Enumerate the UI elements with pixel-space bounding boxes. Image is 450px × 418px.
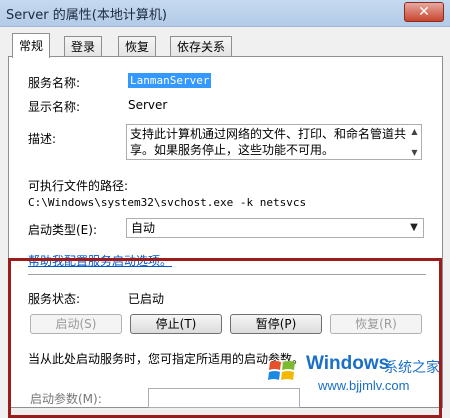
tab-general[interactable]: 常规 [12, 33, 51, 58]
title-bar: Server 的属性(本地计算机) ✕ [0, 0, 450, 27]
watermark-title: Windows [306, 353, 390, 374]
description-textbox[interactable]: 支持此计算机通过网络的文件、打印、和命名管道共享。如果服务停止，这些功能不可用。… [126, 124, 422, 160]
tab-dependencies[interactable]: 依存关系 [170, 36, 233, 57]
exec-path-value: C:\Windows\system32\svchost.exe -k netsv… [28, 196, 307, 209]
service-status-value: 已启动 [128, 292, 165, 306]
start-params-label: 启动参数(M): [30, 392, 102, 406]
pause-button[interactable]: 暂停(P) [230, 314, 322, 334]
startup-type-value: 自动 [131, 221, 156, 235]
startup-type-select[interactable]: 自动 ▼ [126, 218, 424, 238]
description-text: 支持此计算机通过网络的文件、打印、和命名管道共享。如果服务停止，这些功能不可用。 [130, 127, 407, 157]
startup-type-label: 启动类型(E): [28, 223, 97, 237]
tab-logon[interactable]: 登录 [64, 36, 103, 57]
help-config-link[interactable]: 帮助我配置服务启动选项。 [28, 252, 172, 269]
windows-logo-icon [263, 360, 301, 388]
start-button[interactable]: 启动(S) [30, 314, 122, 334]
scroll-up-arrow-icon[interactable]: ▲ [409, 126, 420, 137]
service-status-label: 服务状态: [28, 292, 81, 306]
scroll-down-arrow-icon[interactable]: ▼ [409, 147, 420, 158]
chevron-down-icon[interactable]: ▼ [405, 219, 423, 237]
watermark-url: www.bjjmlv.com [318, 378, 410, 393]
watermark: Windows 系统之家 www.bjjmlv.com [262, 348, 450, 402]
service-name-value[interactable]: LanmanServer [128, 73, 212, 88]
window-title: Server 的属性(本地计算机) [6, 8, 167, 23]
service-name-label: 服务名称: [28, 76, 81, 90]
exec-path-label: 可执行文件的路径: [28, 179, 129, 193]
stop-button[interactable]: 停止(T) [130, 314, 222, 334]
separator [28, 274, 426, 275]
watermark-subtitle: 系统之家 [384, 360, 440, 376]
description-label: 描述: [28, 132, 57, 146]
tab-recovery[interactable]: 恢复 [118, 36, 157, 57]
resume-button[interactable]: 恢复(R) [330, 314, 422, 334]
display-name-value: Server [128, 98, 168, 112]
close-button[interactable]: ✕ [404, 2, 444, 22]
display-name-label: 显示名称: [28, 100, 81, 114]
